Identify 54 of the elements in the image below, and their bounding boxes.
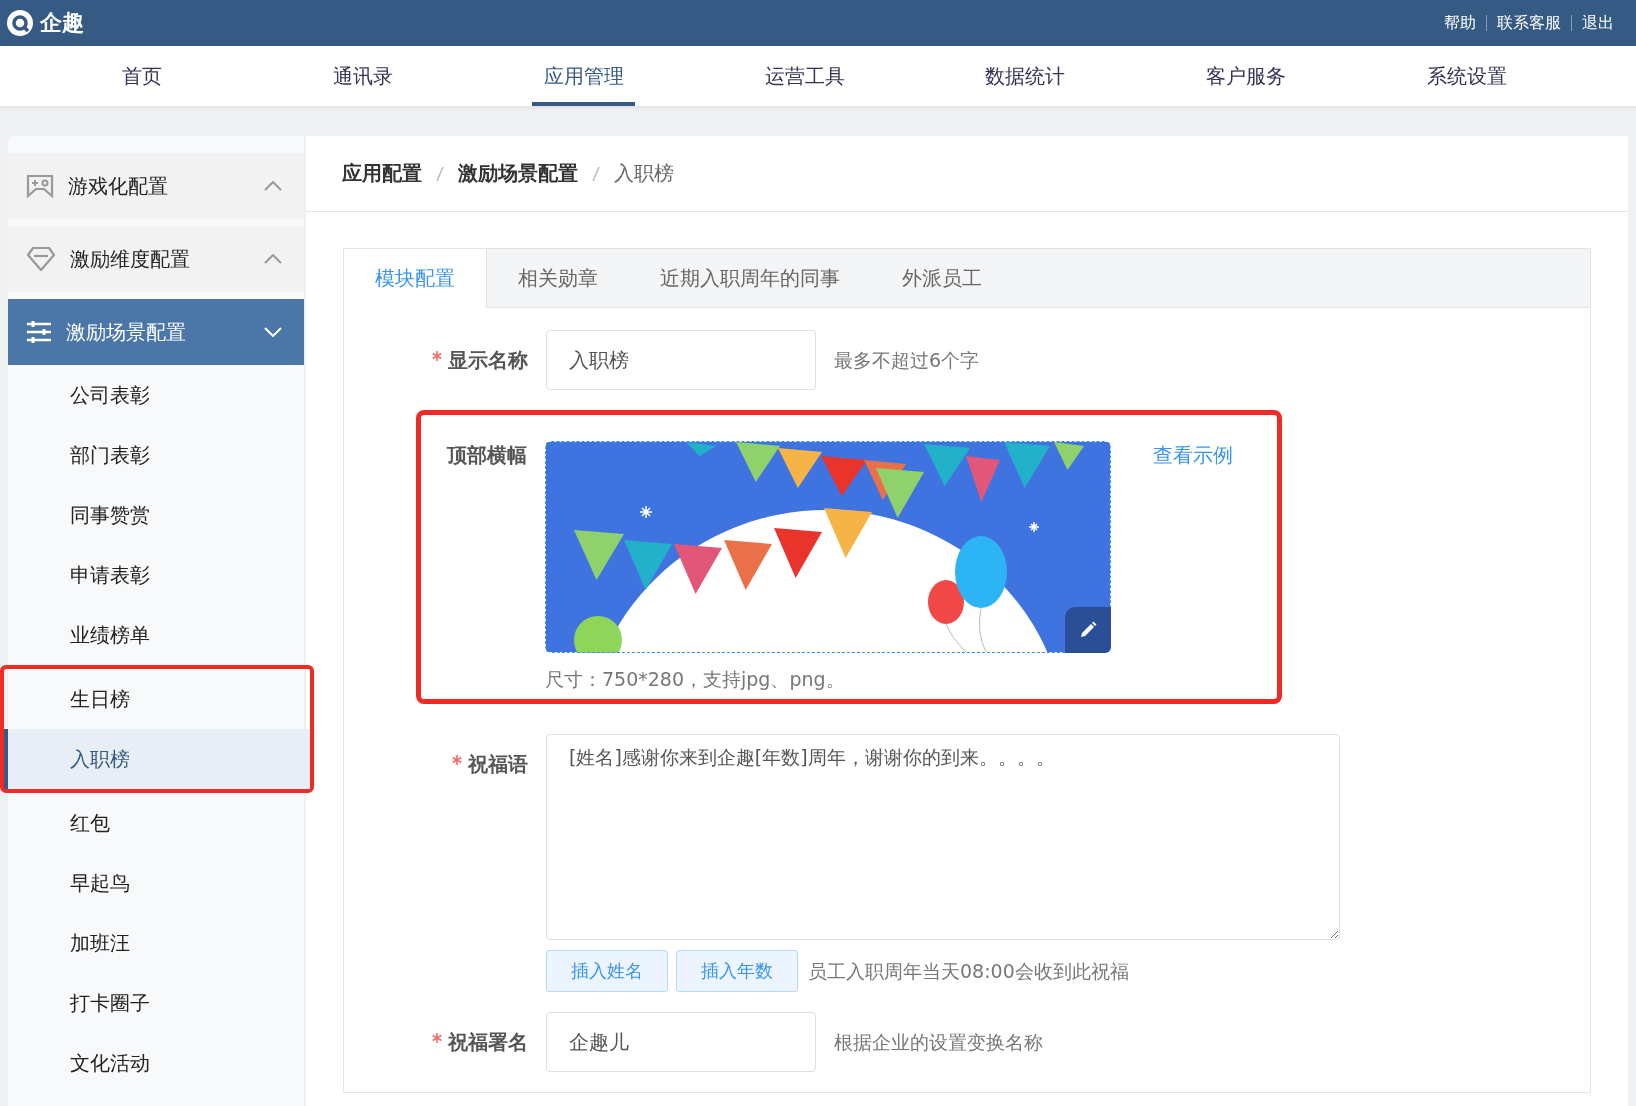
sidebar-item[interactable]: 入职榜 — [4, 729, 310, 789]
nav-tab[interactable]: 系统设置 — [1415, 46, 1519, 106]
sidebar-group[interactable]: 激励场景配置 — [8, 299, 304, 365]
chevron-icon — [264, 181, 282, 191]
sidebar-item[interactable]: 打卡圈子 — [8, 973, 304, 1033]
sidebar-item[interactable]: 文化活动 — [8, 1033, 304, 1093]
slash-separator-icon — [592, 165, 600, 182]
hint-text: 员工入职周年当天08:00会收到此祝福 — [808, 959, 1129, 984]
chevron-icon — [264, 254, 282, 264]
nav-tab[interactable]: 应用管理 — [532, 46, 636, 106]
diamond-icon — [26, 246, 56, 272]
hint-text: 根据企业的设置变换名称 — [834, 1030, 1043, 1055]
header-link[interactable]: 退出 — [1572, 12, 1624, 34]
sidebar-item[interactable]: 部门表彰 — [8, 425, 304, 485]
breadcrumb-item[interactable]: 激励场景配置 — [458, 160, 578, 187]
text-input[interactable]: 入职榜 — [546, 330, 816, 390]
nav-tab[interactable]: 客户服务 — [1194, 46, 1298, 106]
pencil-icon — [1078, 620, 1098, 640]
field-label: 显示名称 — [344, 330, 528, 390]
sidebar-group[interactable]: 激励维度配置 — [8, 226, 304, 292]
sidebar-item[interactable]: 生日榜 — [4, 669, 310, 729]
nav-tab[interactable]: 数据统计 — [973, 46, 1077, 106]
sidebar-item[interactable]: 同事赞赏 — [8, 485, 304, 545]
slash-separator-icon — [436, 165, 444, 182]
header-link[interactable]: 联系客服 — [1487, 12, 1571, 34]
field-label: 顶部横幅 — [445, 442, 527, 469]
chevron-icon — [264, 327, 282, 337]
breadcrumb-item[interactable]: 应用配置 — [342, 160, 422, 187]
sidebar-item[interactable]: 公司表彰 — [8, 365, 304, 425]
tab[interactable]: 近期入职周年的同事 — [629, 249, 871, 307]
logo-text: 企趣 — [40, 9, 84, 37]
header-link[interactable]: 帮助 — [1434, 12, 1486, 34]
size-hint: 尺寸：750*280，支持jpg、png。 — [545, 667, 846, 692]
sidebar-item[interactable]: 早起鸟 — [8, 853, 304, 913]
gamepad-icon — [26, 174, 54, 198]
breadcrumb-item: 入职榜 — [614, 160, 674, 187]
field-label: 祝福署名 — [344, 1012, 528, 1072]
hint-text: 最多不超过6个字 — [834, 348, 980, 373]
sidebar-item[interactable]: 加班汪 — [8, 913, 304, 973]
nav-tab[interactable]: 通讯录 — [311, 46, 415, 106]
sliders-icon — [26, 320, 52, 344]
sidebar-group[interactable]: 游戏化配置 — [8, 153, 304, 219]
field-label: 祝福语 — [344, 734, 528, 794]
nav-tab[interactable]: 运营工具 — [753, 46, 856, 106]
text-input[interactable]: 企趣儿 — [546, 1012, 816, 1072]
sidebar-item[interactable]: 红包 — [8, 793, 304, 853]
sidebar-item[interactable]: 申请表彰 — [8, 545, 304, 605]
nav-tab[interactable]: 首页 — [91, 46, 194, 106]
sidebar-item[interactable]: 业绩榜单 — [8, 605, 304, 665]
tab[interactable]: 相关勋章 — [487, 249, 629, 307]
logo-icon — [6, 9, 34, 37]
greeting-textarea[interactable]: [姓名]感谢你来到企趣[年数]周年，谢谢你的到来。。。。 — [546, 734, 1340, 940]
tab[interactable]: 外派员工 — [871, 249, 1013, 307]
edit-button[interactable] — [1065, 607, 1111, 653]
